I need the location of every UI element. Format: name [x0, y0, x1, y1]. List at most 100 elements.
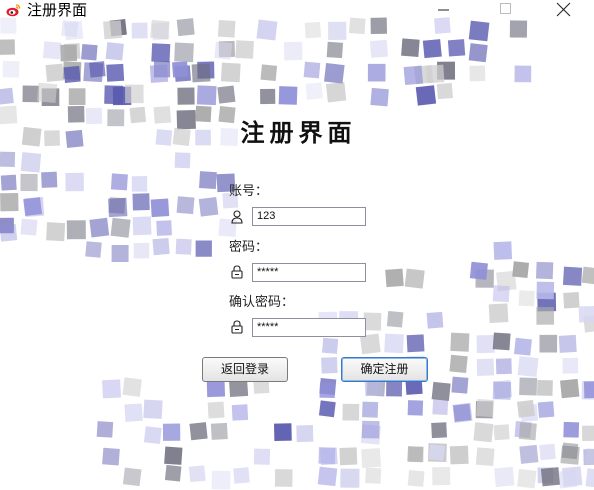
- mosaic-tile: [0, 192, 19, 212]
- mosaic-tile: [447, 39, 466, 57]
- mosaic-tile: [45, 63, 64, 82]
- mosaic-tile: [561, 442, 579, 460]
- mosaic-tile: [162, 423, 181, 441]
- mosaic-tile: [176, 18, 195, 37]
- mosaic-tile: [68, 88, 86, 105]
- mosaic-tile: [328, 21, 347, 41]
- mosaic-tile: [63, 65, 81, 83]
- mosaic-tile: [578, 305, 594, 323]
- mosaic-tile: [210, 422, 228, 440]
- mosaic-tile: [494, 466, 515, 487]
- mosaic-tile: [512, 261, 530, 279]
- mosaic-tile: [325, 82, 347, 103]
- mosaic-tile: [61, 20, 79, 38]
- mosaic-tile: [425, 64, 445, 84]
- mosaic-tile: [384, 333, 404, 354]
- mosaic-tile: [519, 444, 539, 464]
- mosaic-tile: [339, 447, 358, 466]
- mosaic-tile: [217, 85, 236, 104]
- mosaic-tile: [83, 62, 104, 83]
- account-input[interactable]: 123: [252, 207, 366, 226]
- mosaic-tile: [385, 268, 404, 288]
- mosaic-tile: [493, 424, 510, 441]
- mosaic-tile: [536, 281, 555, 300]
- mosaic-tile: [164, 446, 183, 465]
- mosaic-tile: [131, 22, 148, 39]
- mosaic-tile: [191, 63, 211, 83]
- mosaic-tile: [0, 224, 18, 242]
- mosaic-tile: [363, 312, 382, 331]
- title-bar[interactable]: 注册界面: [0, 0, 594, 20]
- mosaic-tile: [149, 19, 170, 40]
- mosaic-tile: [274, 469, 293, 487]
- password-input[interactable]: *****: [252, 263, 366, 282]
- mosaic-tile: [517, 356, 539, 378]
- minimize-icon[interactable]: [420, 0, 466, 20]
- mosaic-tile: [468, 20, 490, 42]
- mosaic-tile: [122, 467, 142, 487]
- mosaic-tile: [22, 85, 40, 103]
- mosaic-tile: [537, 401, 555, 418]
- close-icon[interactable]: [542, 0, 588, 20]
- mosaic-tile: [492, 332, 511, 351]
- mosaic-tile: [539, 443, 556, 461]
- mosaic-tile: [317, 466, 338, 487]
- confirm-register-button[interactable]: 确定注册: [341, 357, 428, 382]
- mosaic-tile: [514, 65, 532, 83]
- mosaic-tile: [536, 307, 555, 325]
- mosaic-tile: [404, 268, 425, 289]
- mosaic-tile: [81, 44, 98, 61]
- mosaic-tile: [517, 468, 537, 489]
- back-to-login-button[interactable]: 返回登录: [202, 357, 288, 382]
- background-mosaic: [0, 17, 594, 490]
- mosaic-tile: [41, 171, 58, 188]
- mosaic-tile: [361, 420, 380, 439]
- mosaic-tile: [150, 198, 170, 218]
- mosaic-tile: [584, 448, 594, 466]
- confirm-password-input[interactable]: *****: [252, 318, 366, 337]
- mosaic-tile: [518, 290, 535, 307]
- lock-icon: [231, 265, 243, 279]
- mosaic-tile: [558, 334, 577, 353]
- mosaic-tile: [172, 61, 189, 78]
- mosaic-tile: [516, 399, 535, 418]
- mosaic-tile: [540, 467, 561, 487]
- mosaic-tile: [125, 84, 144, 104]
- mosaic-tile: [106, 63, 125, 82]
- mosaic-tile: [583, 381, 594, 399]
- mosaic-tile: [132, 216, 152, 236]
- mosaic-tile: [0, 151, 16, 168]
- mosaic-tile: [428, 444, 446, 461]
- mosaic-tile: [361, 448, 382, 469]
- mosaic-tile: [103, 20, 123, 40]
- mosaic-tile: [132, 193, 150, 211]
- mosaic-tile: [143, 399, 163, 419]
- window-title: 注册界面: [27, 1, 88, 19]
- mosaic-tile: [476, 334, 495, 354]
- mosaic-tile: [111, 244, 129, 263]
- maximize-icon[interactable]: [482, 0, 528, 20]
- mosaic-tile: [348, 17, 366, 35]
- mosaic-tile: [133, 242, 150, 259]
- mosaic-tile: [108, 197, 128, 218]
- mosaic-tile: [207, 401, 225, 419]
- mosaic-tile: [369, 39, 389, 58]
- mosaic-tile: [233, 467, 250, 484]
- mosaic-tile: [156, 220, 172, 236]
- mosaic-tile: [488, 303, 509, 324]
- mosaic-tile: [422, 39, 442, 59]
- mosaic-tile: [85, 241, 102, 258]
- mosaic-tile: [0, 87, 14, 105]
- mosaic-tile: [60, 44, 78, 62]
- mosaic-tile: [214, 41, 233, 60]
- mosaic-tile: [536, 261, 554, 280]
- mosaic-tile: [235, 40, 254, 59]
- mosaic-tile: [23, 197, 43, 216]
- mosaic-tile: [386, 310, 404, 328]
- mosaic-tile: [560, 378, 580, 399]
- mosaic-tile: [322, 337, 339, 354]
- confirm-password-label: 确认密码：: [229, 295, 295, 310]
- mosaic-tile: [536, 380, 553, 396]
- mosaic-tile: [426, 311, 444, 329]
- mosaic-tile: [495, 358, 512, 375]
